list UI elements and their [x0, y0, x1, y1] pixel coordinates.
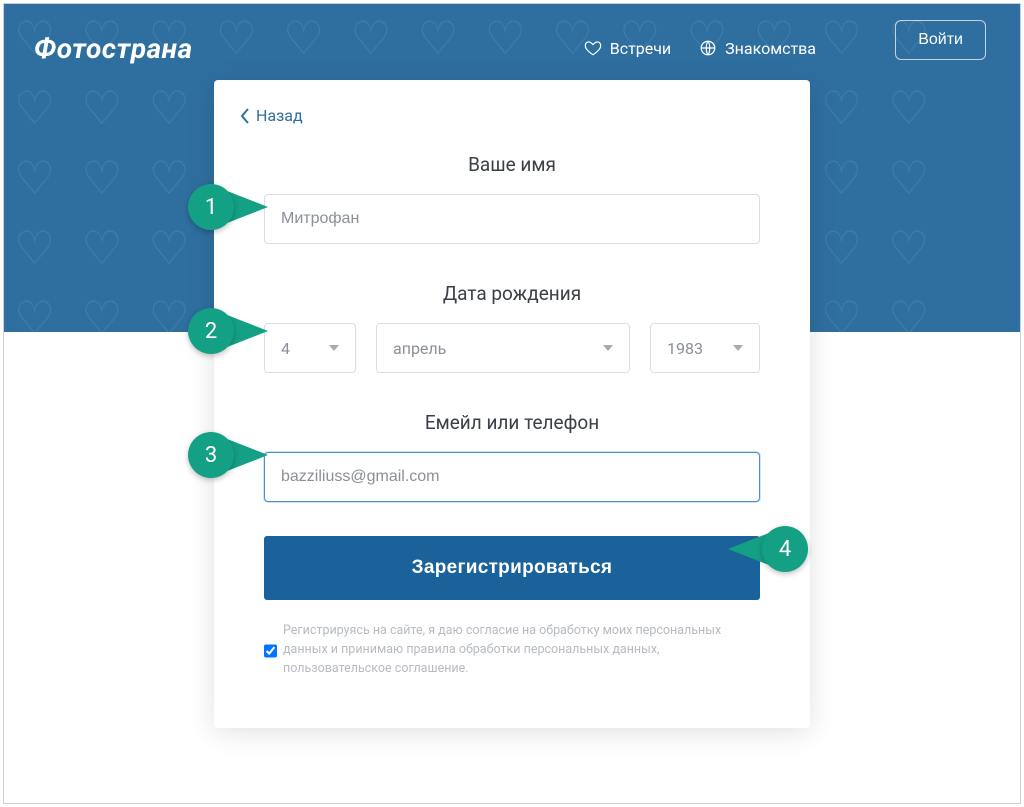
dob-month-value: апрель — [393, 339, 446, 358]
brand-logo: Фотострана — [34, 32, 193, 65]
dob-year-value: 1983 — [667, 339, 703, 358]
signup-card: Назад Ваше имя Дата рождения 4 апрель 19… — [214, 80, 810, 728]
contact-input[interactable] — [264, 452, 760, 502]
back-link[interactable]: Назад — [240, 106, 760, 125]
nav-dating-label: Знакомства — [725, 39, 816, 58]
login-button[interactable]: Войти — [895, 20, 986, 60]
name-label: Ваше имя — [264, 153, 760, 176]
caret-down-icon — [733, 345, 743, 351]
chevron-left-icon — [240, 108, 250, 124]
consent-row: Регистрируясь на сайте, я даю согласие н… — [264, 622, 760, 678]
nav-meet[interactable]: Встречи — [584, 39, 671, 58]
consent-checkbox[interactable] — [264, 624, 277, 678]
dob-label: Дата рождения — [264, 282, 760, 305]
dob-month-select[interactable]: апрель — [376, 323, 630, 373]
back-label: Назад — [256, 106, 303, 125]
globe-icon — [699, 39, 717, 57]
contact-label: Емейл или телефон — [264, 411, 760, 434]
name-input[interactable] — [264, 194, 760, 244]
consent-text: Регистрируясь на сайте, я даю согласие н… — [283, 622, 760, 678]
caret-down-icon — [329, 345, 339, 351]
dob-day-select[interactable]: 4 — [264, 323, 356, 373]
header: Фотострана Встречи Знакомства Войти — [4, 4, 1020, 74]
nav-meet-label: Встречи — [610, 39, 671, 58]
submit-button[interactable]: Зарегистрироваться — [264, 536, 760, 600]
dob-day-value: 4 — [281, 339, 290, 358]
dob-year-select[interactable]: 1983 — [650, 323, 760, 373]
heart-outline-icon — [584, 39, 602, 57]
caret-down-icon — [603, 345, 613, 351]
nav-dating[interactable]: Знакомства — [699, 39, 816, 58]
